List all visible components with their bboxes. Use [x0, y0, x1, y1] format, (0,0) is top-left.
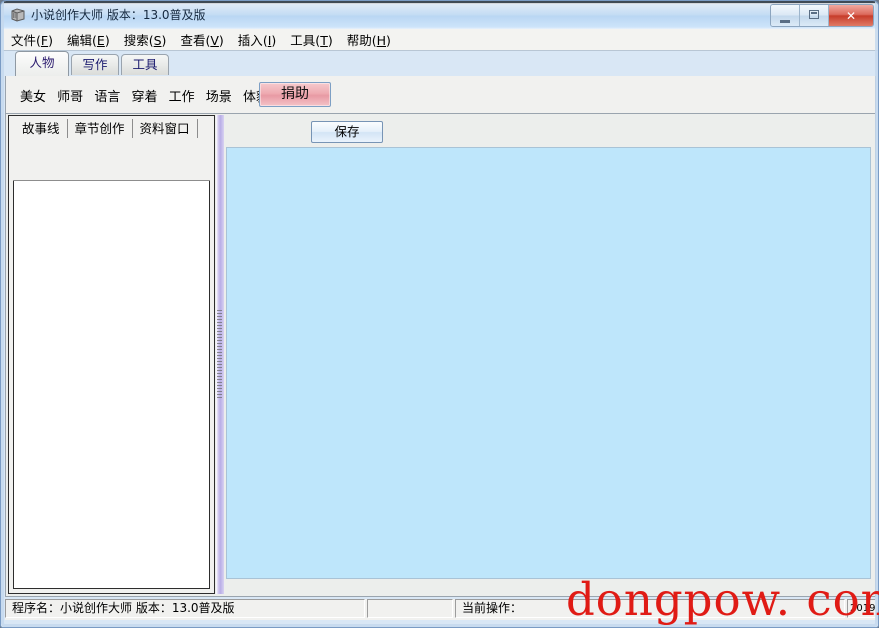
menu-mnemonic: T — [320, 33, 328, 48]
app-stack-icon — [9, 6, 27, 24]
application-window: 小说创作大师 版本：13.0普及版 ✕ 文件(F) 编辑(E) 搜索(S) 查看… — [0, 0, 879, 628]
menu-bar: 文件(F) 编辑(E) 搜索(S) 查看(V) 插入(I) 工具(T) 帮助(H… — [3, 29, 878, 51]
quicklink-work[interactable]: 工作 — [169, 90, 195, 105]
menu-item-search[interactable]: 搜索(S) — [124, 30, 167, 49]
quicklink-handsome[interactable]: 师哥 — [57, 90, 83, 105]
status-bar: 程序名：小说创作大师 版本：13.0普及版 当前操作： 2019年 — [5, 599, 876, 620]
left-tab-chapter[interactable]: 章节创作 — [68, 119, 133, 138]
menu-item-tools[interactable]: 工具(T) — [290, 30, 332, 49]
caption-buttons: ✕ — [770, 4, 874, 27]
menu-item-file[interactable]: 文件(F) — [11, 30, 53, 49]
toolbar-panel: 美女 师哥 语言 穿着 工作 场景 体貌 — [5, 76, 876, 114]
donate-button[interactable]: 捐助 — [259, 82, 331, 107]
status-program-info: 程序名：小说创作大师 版本：13.0普及版 — [5, 599, 365, 618]
menu-label: 文件 — [11, 33, 37, 48]
menu-item-insert[interactable]: 插入(I) — [238, 30, 276, 49]
menu-mnemonic: E — [96, 33, 105, 48]
close-icon: ✕ — [845, 8, 857, 23]
quicklink-scene[interactable]: 场景 — [206, 90, 232, 105]
tab-writing[interactable]: 写作 — [71, 54, 119, 75]
splitter-grip-icon — [217, 309, 222, 400]
status-cell-2 — [367, 599, 453, 618]
menu-mnemonic: V — [210, 33, 219, 48]
menu-item-edit[interactable]: 编辑(E) — [67, 30, 110, 49]
maximize-button[interactable] — [800, 5, 829, 26]
menu-mnemonic: S — [153, 33, 162, 48]
quicklink-language[interactable]: 语言 — [94, 90, 120, 105]
status-date: 2019年 — [847, 599, 876, 618]
menu-label: 查看 — [180, 33, 206, 48]
pane-splitter[interactable] — [216, 115, 224, 594]
main-body: 故事线 章节创作 资料窗口 保存 — [5, 114, 876, 597]
menu-label: 搜索 — [123, 33, 149, 48]
editor-canvas[interactable] — [226, 147, 871, 579]
minimize-icon — [780, 17, 790, 23]
tab-characters[interactable]: 人物 — [15, 51, 69, 76]
window-title: 小说创作大师 版本：13.0普及版 — [31, 8, 206, 22]
left-tab-storyline[interactable]: 故事线 — [15, 119, 68, 138]
status-current-operation: 当前操作： — [455, 599, 845, 618]
title-bar[interactable]: 小说创作大师 版本：13.0普及版 ✕ — [1, 1, 878, 29]
left-panel: 故事线 章节创作 资料窗口 — [8, 115, 215, 594]
menu-mnemonic: H — [376, 33, 387, 48]
title-bar-highlight — [4, 3, 877, 4]
storyline-list[interactable] — [13, 181, 210, 589]
menu-label: 帮助 — [346, 33, 372, 48]
save-button[interactable]: 保存 — [311, 121, 383, 143]
menu-item-view[interactable]: 查看(V) — [180, 30, 223, 49]
minimize-button[interactable] — [771, 5, 800, 26]
maximize-icon — [809, 10, 819, 19]
menu-mnemonic: I — [267, 33, 272, 48]
main-tab-strip: 人物 写作 工具 — [5, 51, 876, 76]
left-panel-tab-strip: 故事线 章节创作 资料窗口 — [9, 116, 214, 138]
menu-label: 插入 — [237, 33, 263, 48]
left-tab-materials[interactable]: 资料窗口 — [133, 119, 198, 138]
quicklink-beauty[interactable]: 美女 — [20, 90, 46, 105]
tab-tools[interactable]: 工具 — [121, 54, 169, 75]
menu-item-help[interactable]: 帮助(H) — [347, 30, 391, 49]
quicklink-clothing[interactable]: 穿着 — [131, 90, 157, 105]
quicklink-row: 美女 师哥 语言 穿着 工作 场景 体貌 — [20, 86, 276, 105]
close-button[interactable]: ✕ — [829, 5, 873, 26]
menu-label: 工具 — [290, 33, 316, 48]
right-panel: 保存 — [224, 115, 873, 594]
menu-mnemonic: F — [40, 33, 49, 48]
menu-label: 编辑 — [67, 33, 93, 48]
